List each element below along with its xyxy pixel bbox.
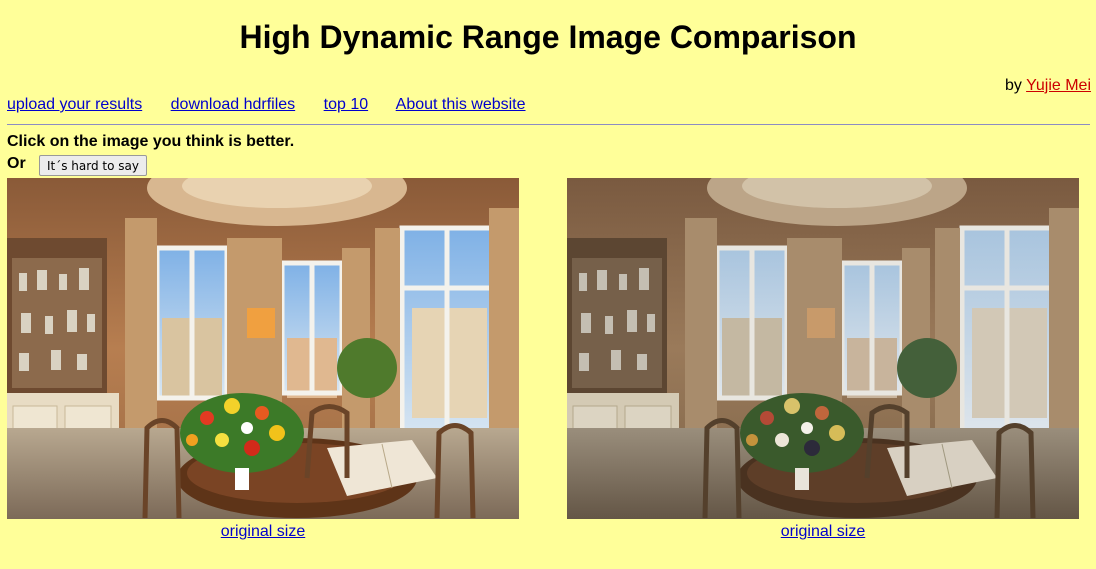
comparison-image-right[interactable] [567, 178, 1079, 519]
original-size-link-left[interactable]: original size [221, 523, 305, 540]
room-photo-left [7, 178, 519, 519]
about-link[interactable]: About this website [396, 96, 526, 113]
comparison-image-left[interactable] [7, 178, 519, 519]
download-hdrfiles-link[interactable]: download hdrfiles [171, 96, 296, 113]
author-link[interactable]: Yujie Mei [1026, 77, 1091, 94]
original-size-link-right-wrap: original size [567, 523, 1079, 541]
or-label: Or [7, 155, 26, 172]
nav-bar: upload your results download hdrfiles to… [7, 96, 550, 114]
byline-prefix: by [1005, 77, 1022, 94]
divider [7, 124, 1090, 125]
hard-to-say-button[interactable]: It´s hard to say [39, 155, 147, 176]
original-size-link-right[interactable]: original size [781, 523, 865, 540]
byline: by Yujie Mei [1005, 77, 1091, 95]
top-10-link[interactable]: top 10 [324, 96, 368, 113]
original-size-link-left-wrap: original size [7, 523, 519, 541]
instructions: Click on the image you think is better. [7, 133, 295, 150]
upload-results-link[interactable]: upload your results [7, 96, 142, 113]
page-title: High Dynamic Range Image Comparison [239, 19, 857, 55]
room-photo-right [567, 178, 1079, 519]
